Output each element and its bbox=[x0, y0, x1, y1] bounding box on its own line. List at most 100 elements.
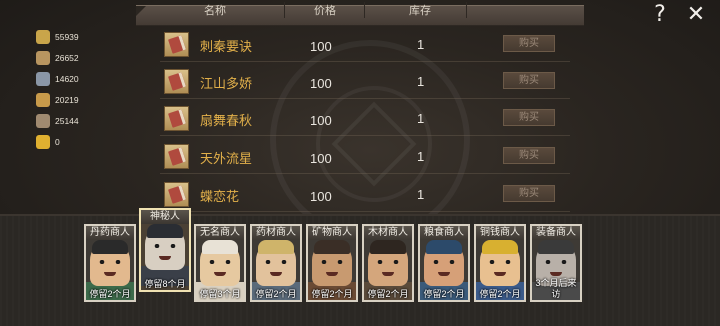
buy-button[interactable]: 购买 bbox=[503, 72, 555, 89]
resource-4: 25144 bbox=[36, 111, 126, 131]
item-row: 江山多娇 100 1 购买 bbox=[160, 65, 570, 99]
resource-value: 0 bbox=[55, 137, 60, 147]
merchant-name: 药材商人 bbox=[252, 226, 300, 240]
merchant-stay: 停留2个月 bbox=[367, 289, 409, 299]
merchant-hat bbox=[314, 240, 350, 254]
merchant-name: 铜钱商人 bbox=[476, 226, 524, 240]
item-name: 江山多娇 bbox=[200, 76, 253, 91]
item-price: 100 bbox=[310, 151, 332, 166]
book-icon[interactable] bbox=[164, 69, 189, 94]
resource-value: 14620 bbox=[55, 74, 79, 84]
resource-0: 55939 bbox=[36, 27, 126, 47]
merchant-name: 矿物商人 bbox=[308, 226, 356, 240]
merchant-stay: 停留2个月 bbox=[89, 289, 131, 299]
merchant-hat bbox=[538, 240, 574, 254]
merchant-eyes bbox=[545, 260, 567, 264]
merchant-card[interactable]: 药材商人停留2个月 bbox=[250, 224, 302, 302]
merchant-card[interactable]: 铜钱商人停留2个月 bbox=[474, 224, 526, 302]
merchant-hat bbox=[92, 240, 128, 254]
merchant-eyes bbox=[154, 244, 176, 248]
merchant-eyes bbox=[209, 260, 231, 264]
item-stock: 1 bbox=[417, 74, 425, 89]
merchant-stay: 3个月后来访 bbox=[535, 278, 577, 299]
resource-value: 55939 bbox=[55, 32, 79, 42]
merchant-card[interactable]: 丹药商人停留2个月 bbox=[84, 224, 136, 302]
merchant-stay: 停留2个月 bbox=[479, 289, 521, 299]
item-row: 天外流星 100 1 购买 bbox=[160, 140, 570, 174]
resource-value: 20219 bbox=[55, 95, 79, 105]
merchant-card[interactable]: 木材商人停留2个月 bbox=[362, 224, 414, 302]
item-stock: 1 bbox=[417, 187, 425, 202]
column-header-name: 名称 bbox=[204, 5, 226, 17]
merchant-card[interactable]: 神秘人停留8个月 bbox=[139, 208, 191, 292]
merchant-name: 无名商人 bbox=[196, 226, 244, 240]
header-divider bbox=[284, 2, 285, 18]
item-stock: 1 bbox=[417, 111, 425, 126]
item-row: 蝶恋花 100 1 购买 bbox=[160, 178, 570, 212]
tools-icon bbox=[36, 114, 50, 128]
merchant-stay: 停留3个月 bbox=[199, 289, 241, 299]
merchant-name: 粮食商人 bbox=[420, 226, 468, 240]
merchant-card[interactable]: 装备商人 3个月后来访 bbox=[530, 224, 582, 302]
item-price: 100 bbox=[310, 39, 332, 54]
item-price: 100 bbox=[310, 189, 332, 204]
merchant-card[interactable]: 粮食商人停留2个月 bbox=[418, 224, 470, 302]
header-corner bbox=[136, 6, 146, 16]
wood-icon bbox=[36, 51, 50, 65]
item-stock: 1 bbox=[417, 37, 425, 52]
merchant-hat bbox=[426, 240, 462, 254]
resource-3: 20219 bbox=[36, 90, 126, 110]
merchant-card[interactable]: 无名商人停留3个月 bbox=[194, 224, 246, 302]
merchant-hat bbox=[370, 240, 406, 254]
merchant-name: 木材商人 bbox=[364, 226, 412, 240]
resource-1: 26652 bbox=[36, 48, 126, 68]
merchant-stay: 停留8个月 bbox=[144, 279, 186, 289]
merchant-hat bbox=[147, 224, 183, 238]
resource-2: 14620 bbox=[36, 69, 126, 89]
book-icon[interactable] bbox=[164, 144, 189, 169]
help-button[interactable]: ? bbox=[648, 3, 672, 27]
merchant-eyes bbox=[321, 260, 343, 264]
buy-button[interactable]: 购买 bbox=[503, 147, 555, 164]
item-name: 扇舞春秋 bbox=[200, 113, 253, 128]
merchant-name: 神秘人 bbox=[141, 210, 189, 224]
merchant-hat bbox=[482, 240, 518, 254]
item-name: 蝶恋花 bbox=[200, 189, 240, 204]
buy-button[interactable]: 购买 bbox=[503, 109, 555, 126]
item-row: 刺秦要诀 100 1 购买 bbox=[160, 28, 570, 62]
merchant-card[interactable]: 矿物商人停留2个月 bbox=[306, 224, 358, 302]
merchant-eyes bbox=[489, 260, 511, 264]
merchant-stay: 停留2个月 bbox=[423, 289, 465, 299]
item-row: 扇舞春秋 100 1 购买 bbox=[160, 102, 570, 136]
gold-badge-icon bbox=[36, 135, 50, 149]
column-header-price: 价格 bbox=[314, 5, 336, 17]
column-header-stock: 库存 bbox=[409, 5, 431, 17]
item-name: 刺秦要诀 bbox=[200, 39, 253, 54]
coin-icon bbox=[36, 30, 50, 44]
item-stock: 1 bbox=[417, 149, 425, 164]
resource-5: 0 bbox=[36, 132, 126, 152]
merchant-eyes bbox=[99, 260, 121, 264]
item-price: 100 bbox=[310, 76, 332, 91]
item-name: 天外流星 bbox=[200, 151, 253, 166]
book-icon[interactable] bbox=[164, 106, 189, 131]
merchant-hat bbox=[202, 240, 238, 254]
merchant-eyes bbox=[377, 260, 399, 264]
resource-value: 25144 bbox=[55, 116, 79, 126]
buy-button[interactable]: 购买 bbox=[503, 35, 555, 52]
merchant-name: 装备商人 bbox=[532, 226, 580, 240]
merchant-stay: 停留2个月 bbox=[311, 289, 353, 299]
merchant-hat bbox=[258, 240, 294, 254]
header-divider bbox=[466, 2, 467, 18]
book-icon[interactable] bbox=[164, 182, 189, 207]
merchant-name: 丹药商人 bbox=[86, 226, 134, 240]
merchant-stay: 停留2个月 bbox=[255, 289, 297, 299]
resource-value: 26652 bbox=[55, 53, 79, 63]
buy-button[interactable]: 购买 bbox=[503, 185, 555, 202]
grain-icon bbox=[36, 93, 50, 107]
merchant-eyes bbox=[433, 260, 455, 264]
close-button[interactable]: ✕ bbox=[684, 3, 708, 27]
book-icon[interactable] bbox=[164, 32, 189, 57]
item-price: 100 bbox=[310, 113, 332, 128]
ore-icon bbox=[36, 72, 50, 86]
